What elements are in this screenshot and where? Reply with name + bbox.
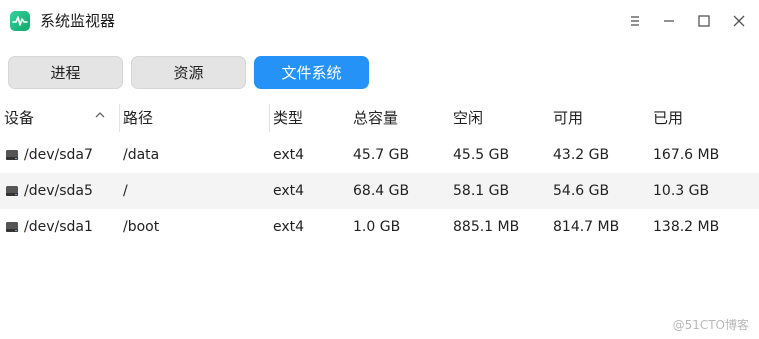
tab-resources[interactable]: 资源 [131, 56, 246, 89]
activity-monitor-icon [10, 11, 30, 31]
table-row[interactable]: /dev/sda7 /data ext4 45.7 GB 45.5 GB 43.… [0, 137, 759, 173]
tab-processes[interactable]: 进程 [8, 56, 123, 89]
cell-path: /boot [123, 219, 160, 235]
minimize-icon[interactable] [658, 10, 680, 32]
cell-path: /data [123, 147, 160, 163]
hard-drive-icon [6, 150, 18, 160]
tab-file-systems[interactable]: 文件系统 [254, 56, 369, 89]
cell-total: 45.7 GB [353, 147, 410, 163]
cell-device: /dev/sda1 [24, 219, 93, 235]
column-header-used[interactable]: 已用 [653, 100, 683, 136]
watermark: @51CTO博客 [672, 318, 749, 332]
cell-total: 1.0 GB [353, 219, 401, 235]
column-header-available[interactable]: 可用 [553, 100, 583, 136]
column-header-device[interactable]: 设备 [4, 100, 34, 136]
cell-used: 167.6 MB [653, 147, 720, 163]
sort-ascending-icon [95, 112, 105, 118]
cell-device: /dev/sda5 [24, 183, 93, 199]
column-divider[interactable] [269, 104, 270, 132]
hard-drive-icon [6, 186, 18, 196]
table-row[interactable]: /dev/sda5 / ext4 68.4 GB 58.1 GB 54.6 GB… [0, 173, 759, 209]
column-header-path[interactable]: 路径 [123, 100, 153, 136]
column-divider[interactable] [119, 104, 120, 132]
cell-available: 43.2 GB [553, 147, 610, 163]
cell-type: ext4 [273, 183, 305, 199]
cell-path: / [123, 183, 128, 199]
table-header: 设备 路径 类型 总容量 空闲 可用 已用 [0, 100, 759, 136]
table-row[interactable]: /dev/sda1 /boot ext4 1.0 GB 885.1 MB 814… [0, 209, 759, 245]
cell-free: 58.1 GB [453, 183, 510, 199]
window-title: 系统监视器 [40, 12, 116, 30]
cell-device: /dev/sda7 [24, 147, 93, 163]
cell-available: 814.7 MB [553, 219, 620, 235]
column-header-total[interactable]: 总容量 [353, 100, 398, 136]
cell-used: 138.2 MB [653, 219, 720, 235]
cell-total: 68.4 GB [353, 183, 410, 199]
cell-used: 10.3 GB [653, 183, 710, 199]
column-header-free[interactable]: 空闲 [453, 100, 483, 136]
cell-type: ext4 [273, 147, 305, 163]
maximize-icon[interactable] [693, 10, 715, 32]
hamburger-menu-icon[interactable] [624, 10, 646, 32]
hard-drive-icon [6, 222, 18, 232]
cell-type: ext4 [273, 219, 305, 235]
cell-free: 885.1 MB [453, 219, 520, 235]
title-bar: 系统监视器 [0, 0, 759, 44]
column-header-type[interactable]: 类型 [273, 100, 303, 136]
cell-free: 45.5 GB [453, 147, 510, 163]
close-icon[interactable] [728, 10, 750, 32]
cell-available: 54.6 GB [553, 183, 610, 199]
